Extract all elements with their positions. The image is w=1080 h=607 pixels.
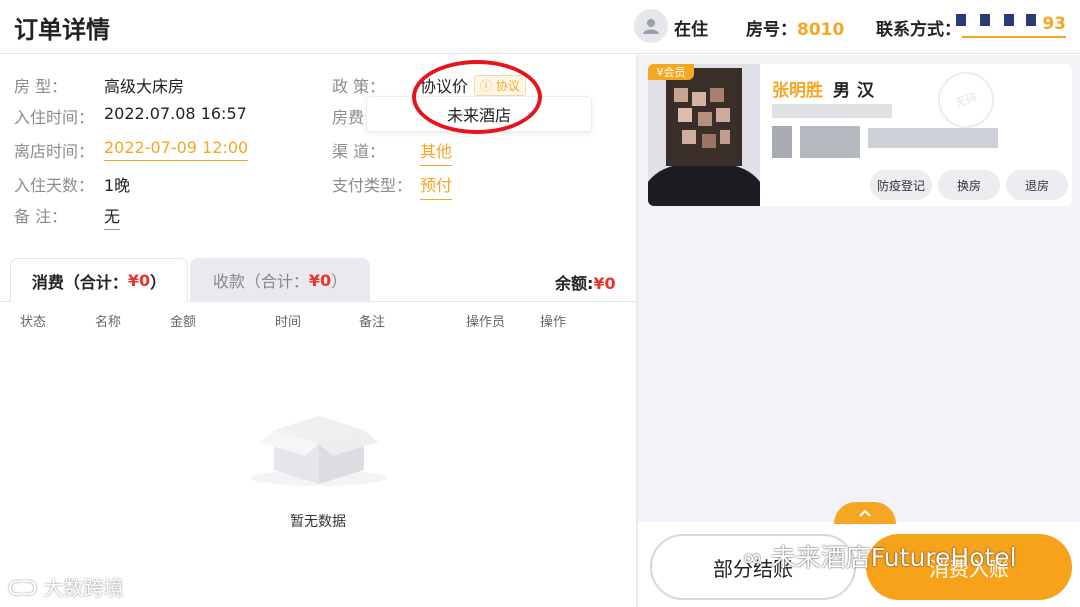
consume-total: ¥0 [127, 271, 151, 290]
room-type-label: 房 型： [14, 77, 68, 96]
epidemic-register-button[interactable]: 防疫登记 [870, 170, 932, 200]
receive-total: ¥0 [308, 270, 332, 290]
room-number-label: 房号： [746, 20, 797, 40]
stamp-text: 无码 [953, 90, 979, 111]
chevron-up-icon [859, 509, 871, 517]
contact-label: 联系方式： [876, 20, 961, 40]
empty-box-icon [248, 408, 390, 492]
contact-value-suffix: 93 [1042, 14, 1066, 34]
column-header-remark: 备注 [359, 315, 386, 330]
redacted-info [800, 126, 860, 158]
redacted-info [772, 126, 792, 158]
change-room-button[interactable]: 换房 [938, 170, 1000, 200]
checkout-value[interactable]: 2022-07-09 12:00 [104, 138, 249, 161]
watermark-future-hotel: ∞ 未来酒店FutureHotel [742, 538, 1017, 574]
mosaic-block [980, 14, 990, 26]
guest-photo [648, 64, 760, 206]
room-type-value: 高级大床房 [104, 77, 185, 96]
expand-toggle[interactable] [834, 502, 896, 524]
guest-nation: 汉 [857, 81, 874, 101]
remark-value[interactable]: 无 [104, 203, 121, 230]
policy-label: 政 策： [332, 77, 386, 96]
balance: 余额:¥0 [555, 270, 616, 294]
column-header-amount: 金额 [170, 315, 197, 330]
dashu-logo-icon: ᑕᑐ [8, 576, 44, 600]
contact-value[interactable]: 93 [956, 14, 1066, 38]
balance-amount: ¥0 [593, 274, 616, 293]
mosaic-block [1004, 14, 1014, 26]
column-header-operator: 操作员 [466, 315, 506, 330]
balance-label: 余额: [555, 274, 594, 293]
room-number-field: 房号：8010 [746, 15, 844, 40]
room-fee-label: 房费 [332, 108, 365, 127]
nights-label: 入住天数： [14, 176, 95, 195]
watermark-dashu-text: 大数跨境 [43, 576, 124, 600]
tab-receive[interactable]: 收款（合计： ¥0） [190, 258, 370, 302]
column-header-status: 状态 [20, 315, 47, 330]
redacted-info [868, 128, 998, 148]
mosaic-block [956, 14, 966, 26]
pay-type-value[interactable]: 预付 [420, 172, 453, 200]
wechat-icon: ∞ [742, 543, 771, 572]
remark-label: 备 注： [14, 207, 68, 226]
empty-state-text: 暂无数据 [290, 514, 346, 530]
guest-sex: 男 [833, 81, 850, 101]
pay-type-label: 支付类型： [332, 176, 413, 195]
tab-consume[interactable]: 消费（合计： ¥0） [10, 258, 188, 302]
checkout-room-button[interactable]: 退房 [1006, 170, 1068, 200]
tab-receive-label: 收款（合计： [212, 272, 309, 291]
annotation-circle [412, 60, 542, 134]
tab-close-paren: ） [150, 272, 167, 292]
member-tag-label: 会员 [663, 66, 686, 79]
redacted-info [772, 104, 892, 118]
watermark-dashu: ᑕᑐ 大数跨境 [8, 572, 124, 601]
channel-label: 渠 道： [332, 142, 386, 161]
member-tag: ¥ 会员 [648, 64, 694, 80]
guest-avatar-icon [634, 9, 668, 43]
column-header-name: 名称 [95, 315, 122, 330]
checkout-label: 离店时间： [14, 142, 95, 161]
channel-value[interactable]: 其他 [420, 138, 453, 166]
checkin-value: 2022.07.08 16:57 [104, 104, 247, 123]
checkin-label: 入住时间： [14, 108, 95, 127]
column-header-action: 操作 [540, 315, 567, 330]
member-icon: ¥ [656, 65, 664, 79]
watermark-future-hotel-text: 未来酒店FutureHotel [770, 543, 1017, 572]
column-header-time: 时间 [275, 315, 302, 330]
stay-status: 在住 [674, 20, 708, 40]
header-bar: 订单详情 在住 房号：8010 联系方式： 93 [0, 0, 1080, 54]
nights-value: 1晚 [104, 176, 131, 195]
tab-consume-label: 消费（合计： [31, 272, 128, 292]
guest-name[interactable]: 张明胜 [772, 76, 823, 101]
room-number: 8010 [797, 20, 845, 40]
mosaic-block [1026, 14, 1036, 26]
tab-close-paren: ） [331, 272, 348, 291]
page-title: 订单详情 [14, 16, 110, 44]
ledger-tabs: 消费（合计： ¥0） 收款（合计： ¥0） [0, 258, 636, 302]
